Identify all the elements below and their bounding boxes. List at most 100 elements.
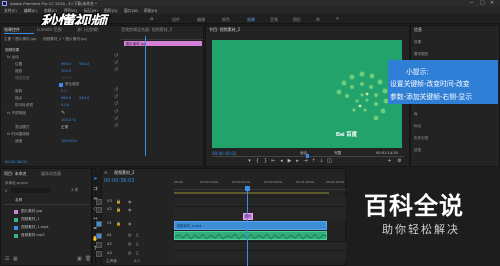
anchor-y-value[interactable]: 540.0 (79, 96, 89, 100)
close-icon[interactable]: ✕ (490, 0, 494, 6)
audio-clip-a1[interactable] (174, 231, 328, 240)
track-header-v2[interactable]: V2 🔒 ◉ (96, 206, 173, 214)
settings-icon[interactable]: ⚙ (396, 158, 403, 165)
opacity-value[interactable]: 100.0 % (61, 118, 76, 122)
extract-icon[interactable]: ⇣ (318, 158, 325, 165)
reset-icon[interactable]: ↺ (114, 68, 118, 73)
target-toggle[interactable] (96, 242, 102, 248)
mute-icon[interactable]: M (128, 242, 131, 247)
reset-icon[interactable]: ↺ (114, 117, 118, 122)
right-panel-item-info[interactable]: 信息 (414, 148, 421, 153)
track-select-tool-icon[interactable]: ⇉ (92, 186, 99, 193)
reset-icon[interactable]: ↺ (114, 110, 118, 115)
position-x-value[interactable]: 960.0 (61, 62, 71, 66)
right-panel-item-essential-graphics[interactable]: 基本图形 (414, 52, 428, 57)
workspace-more-icon[interactable]: » (336, 16, 339, 22)
video-clip-v1[interactable]: 视频素材_1.mp4 (174, 221, 327, 230)
workspace-tab-audio[interactable]: 音频 (270, 17, 278, 23)
target-toggle[interactable] (96, 207, 102, 213)
tab-lumetri-scopes[interactable]: Lumetri 范围 (37, 27, 62, 33)
mute-icon[interactable]: M (128, 251, 131, 256)
maximize-icon[interactable]: □ (480, 0, 485, 6)
project-item-row[interactable]: 视频素材_1 (6, 217, 90, 223)
workspace-tab-editing[interactable]: 编辑 (197, 17, 205, 23)
timeline-playhead-line[interactable] (247, 190, 248, 266)
ec-playhead[interactable] (145, 36, 146, 156)
work-area-bar[interactable] (174, 192, 329, 194)
eye-icon[interactable]: ◉ (128, 221, 132, 226)
right-panel-title[interactable]: 信息 (414, 27, 422, 33)
reset-icon[interactable]: ↺ (114, 124, 118, 129)
go-to-in-icon[interactable]: ⇤ (270, 158, 277, 165)
solo-icon[interactable]: S (136, 242, 139, 247)
project-item-row[interactable]: 视频素材_1.mp4 (6, 225, 90, 231)
uniform-scale-checkbox[interactable] (59, 83, 63, 87)
home-icon[interactable]: ⌂ (150, 16, 153, 22)
image-clip[interactable]: 图片 (243, 213, 253, 220)
speed-value[interactable]: 100.00% (61, 139, 77, 143)
eye-icon[interactable]: ◉ (128, 207, 132, 212)
anti-flicker-value[interactable]: 0.00 (61, 103, 69, 107)
right-panel-item-libraries[interactable]: 库 (414, 112, 418, 117)
export-frame-icon[interactable]: ◫ (326, 158, 333, 165)
lift-icon[interactable]: ⇡ (310, 158, 317, 165)
right-panel-item-effects[interactable]: 效果 (414, 40, 421, 45)
effect-time-remap[interactable]: fx 时间重映射 (7, 132, 30, 137)
timeline-tab[interactable]: 视频素材_2 (114, 170, 135, 176)
lock-icon[interactable]: 🔒 (116, 199, 121, 204)
target-toggle[interactable] (96, 251, 102, 257)
master-track-value[interactable]: 0.0 (134, 259, 140, 263)
eye-icon[interactable]: ◉ (128, 199, 132, 204)
workspace-tab-libraries[interactable]: 库 (316, 17, 320, 23)
target-toggle[interactable] (96, 221, 102, 227)
scale-width-value[interactable]: 100.0 (61, 76, 71, 80)
blend-mode-value[interactable]: 正常 (61, 125, 68, 130)
new-item-icon[interactable]: ▣ (77, 257, 82, 262)
icon-view-icon[interactable]: ▦ (13, 257, 18, 262)
track-header-v1[interactable]: V1 🔒 ◉ (96, 220, 173, 228)
right-panel-item-markers[interactable]: 标记 (414, 124, 421, 129)
sequence-line[interactable]: 视频素材_2 * 图片素材.jpg (43, 37, 87, 42)
minimize-icon[interactable]: ─ (470, 0, 473, 6)
anchor-x-value[interactable]: 960.0 (61, 96, 71, 100)
rotation-value[interactable]: 0.0 (61, 89, 67, 93)
list-view-icon[interactable]: ☰ (5, 257, 9, 262)
mute-icon[interactable]: M (128, 233, 131, 238)
go-to-out-icon[interactable]: ⇥ (302, 158, 309, 165)
workspace-tab-color[interactable]: 颜色 (222, 17, 230, 23)
pen-icon[interactable]: ✎ (61, 110, 65, 116)
tab-project[interactable]: 项目: 未命名 (4, 171, 27, 177)
track-header-a1[interactable]: A1 M S (96, 232, 173, 240)
scale-value[interactable]: 100.0 (61, 69, 71, 73)
reset-icon[interactable]: ↺ (114, 61, 118, 66)
track-header-a3[interactable]: A3 M S (96, 250, 173, 258)
position-y-value[interactable]: 540.0 (79, 62, 89, 66)
project-item-row[interactable]: 音频素材.mp3 (6, 233, 90, 239)
effect-opacity[interactable]: fx 不透明度 (7, 111, 26, 116)
effect-motion[interactable]: fx 运动 (7, 55, 19, 60)
project-item-row[interactable]: 图片素材.jpg (6, 209, 90, 215)
program-monitor-title[interactable]: 节目: 视频素材_2 (209, 27, 240, 33)
reset-icon[interactable]: ↺ (114, 88, 118, 93)
timeline-close-icon[interactable]: ✕ (104, 170, 107, 175)
tab-audio-clip-mixer[interactable]: 音频剪辑混合器: 视频素材_2 (121, 27, 172, 33)
project-search-field[interactable] (11, 188, 51, 193)
search-icon[interactable]: ⌕ (5, 188, 8, 194)
tab-source[interactable]: 源: (无剪辑) (77, 27, 99, 33)
right-panel-item-history[interactable]: 历史记录 (414, 136, 428, 141)
reset-icon[interactable]: ↺ (114, 102, 118, 107)
lock-icon[interactable]: 🔒 (116, 221, 121, 226)
play-icon[interactable]: ▶ (286, 158, 293, 165)
ec-timecode[interactable]: 00:00:36:02 (5, 160, 27, 164)
mark-out-icon[interactable]: } (262, 158, 269, 165)
workspace-tab-assembly[interactable]: 组件 (172, 17, 180, 23)
step-back-icon[interactable]: ◂ (278, 158, 285, 165)
add-marker-icon[interactable]: ▾ (246, 158, 253, 165)
timeline-ruler[interactable]: 00:00 00:00:16:00 00:00:32:00 00:00:48:0… (174, 180, 346, 190)
step-forward-icon[interactable]: ▸ (294, 158, 301, 165)
reset-icon[interactable]: ↺ (114, 54, 118, 59)
target-toggle[interactable] (96, 233, 102, 239)
target-toggle[interactable] (96, 199, 102, 205)
selection-tool-icon[interactable]: ➤ (92, 176, 99, 183)
solo-icon[interactable]: S (136, 233, 139, 238)
